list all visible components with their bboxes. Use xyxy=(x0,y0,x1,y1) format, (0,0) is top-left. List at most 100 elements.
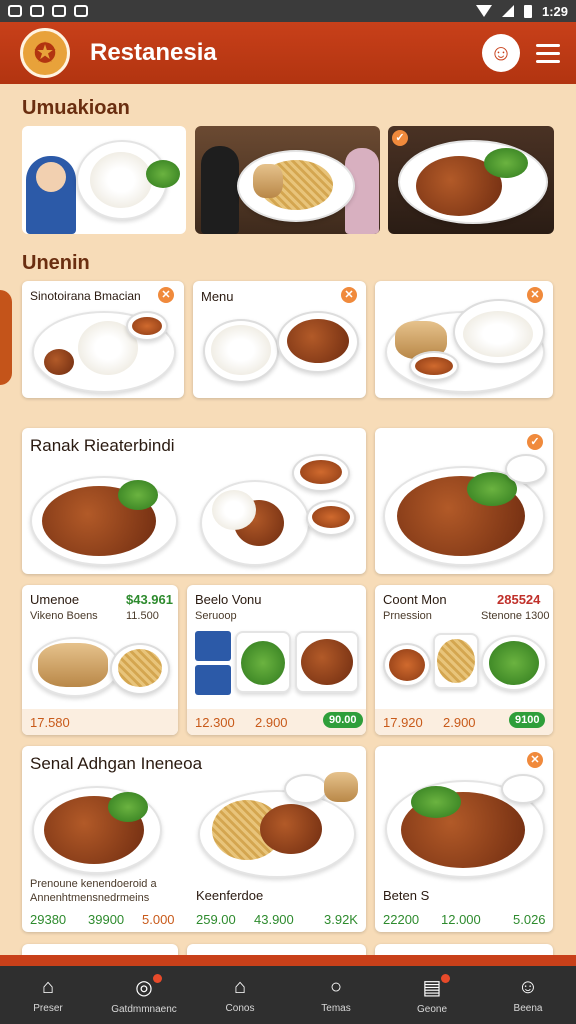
menu-card-8[interactable]: Coont Mon 285524 Prnession Stenone 1300 … xyxy=(375,585,553,735)
featured-card-2[interactable] xyxy=(195,126,380,234)
subtitle-value: Stenone 1300 xyxy=(481,610,550,622)
herb-food xyxy=(118,480,158,510)
price-4: 259.00 xyxy=(196,912,236,927)
price-1: 22200 xyxy=(383,912,420,927)
noodle-food xyxy=(118,649,162,687)
favorite-badge-icon[interactable]: ✓ xyxy=(527,434,543,450)
meat-food xyxy=(44,349,74,375)
battery-icon xyxy=(523,4,532,18)
nav-label: Gatdmmnaenc xyxy=(111,1004,177,1015)
rice-food xyxy=(211,325,271,375)
home-icon: ⌂ xyxy=(41,976,55,998)
receipt-icon: ▤ xyxy=(422,977,442,999)
app-title: Restanesia xyxy=(90,39,217,66)
price-2: 2.900 xyxy=(443,715,476,730)
description-line-1: Prenoune kenendoeroid a xyxy=(30,878,157,890)
menu-card-4[interactable]: Ranak Rieaterbindi xyxy=(22,428,366,574)
price: 285524 xyxy=(497,592,541,607)
notification-icon xyxy=(8,5,22,17)
thumbnail xyxy=(195,631,231,661)
sauce-bowl xyxy=(284,774,328,804)
bottom-nav: ⌂ Preser ◎ Gatdmmnaenc ⌂ Conos ○ Temas ▤… xyxy=(0,966,576,1024)
thumbnail xyxy=(195,665,231,695)
globe-icon: ◎ xyxy=(135,977,153,999)
bread-food xyxy=(38,643,108,687)
notification-dot xyxy=(153,974,162,983)
potato-food xyxy=(301,639,353,685)
soup-food xyxy=(389,649,425,681)
hamburger-icon[interactable] xyxy=(536,43,560,63)
sauce-food xyxy=(300,460,342,484)
price-3: 5.026 xyxy=(513,912,546,927)
menu-card-5[interactable]: ✓ xyxy=(375,428,553,574)
bread-food xyxy=(324,772,358,802)
subtitle: Vikeno Boens xyxy=(30,610,98,622)
menu-card-7[interactable]: Beelo Vonu Seruoop 12.300 2.900 90.00 xyxy=(187,585,366,735)
price-5: 43.900 xyxy=(254,912,294,927)
sauce-bowl xyxy=(505,454,547,484)
nav-label: Conos xyxy=(225,1003,255,1014)
sauce-bowl xyxy=(501,774,545,804)
logo-emblem-icon[interactable]: ✪ xyxy=(20,28,70,78)
chef-icon[interactable]: ☺ xyxy=(482,34,520,72)
nav-item-search[interactable]: ○ Temas xyxy=(288,966,384,1024)
nav-item-profile[interactable]: ☺ Beena xyxy=(480,966,576,1024)
close-icon[interactable]: ✕ xyxy=(527,752,543,768)
menu-card-1[interactable]: Sinotoirana Bmacian ✕ xyxy=(22,281,184,398)
gallery-icon xyxy=(74,5,88,17)
favorite-badge-icon[interactable]: ✓ xyxy=(392,130,408,146)
herb-food xyxy=(108,792,148,822)
bottom-price: 17.580 xyxy=(30,715,70,730)
status-bar: 1:29 xyxy=(0,0,576,22)
rice-food xyxy=(90,152,152,208)
sauce-food xyxy=(312,506,350,528)
menu-card-label: Coont Mon xyxy=(383,592,447,607)
menu-card-6[interactable]: Umenoe $43.961 Vikeno Boens 11.500 17.58… xyxy=(22,585,178,735)
menu-card-label: Umenoe xyxy=(30,592,80,607)
nav-accent-line xyxy=(0,955,576,966)
menu-card-label: Menu xyxy=(201,289,234,304)
menu-card-9[interactable]: Senal Adhgan Ineneoa Prenoune kenendoero… xyxy=(22,746,366,932)
featured-card-3[interactable]: ✓ xyxy=(388,126,554,234)
nav-item-home[interactable]: ⌂ Preser xyxy=(0,966,96,1024)
menu-card-label: Beten S xyxy=(383,888,430,903)
nav-item-orders[interactable]: ▤ Geone xyxy=(384,966,480,1024)
section-title-menu: Unenin xyxy=(22,252,90,274)
section-title-featured: Umuakioan xyxy=(22,97,130,119)
menu-card-2[interactable]: Menu ✕ xyxy=(193,281,366,398)
close-icon[interactable]: ✕ xyxy=(527,287,543,303)
price-6: 3.92K xyxy=(324,912,358,927)
curry-food xyxy=(287,319,349,363)
price-1: 12.300 xyxy=(195,715,235,730)
menu-card-label: Sinotoirana Bmacian xyxy=(30,289,141,303)
herb-food xyxy=(411,786,461,818)
subtitle: Prnession xyxy=(383,610,432,622)
nav-item-main[interactable]: ⌂ Conos xyxy=(192,966,288,1024)
lettuce-food xyxy=(146,160,180,188)
wifi-icon xyxy=(475,5,492,17)
price-3: 5.000 xyxy=(142,912,175,927)
description-line-2: Annenhtmensnedrmeins xyxy=(30,892,150,904)
price-pill[interactable]: 9100 xyxy=(509,712,546,728)
menu-card-3[interactable]: ✕ xyxy=(375,281,553,398)
chicken-food xyxy=(260,804,322,854)
price: $43.961 xyxy=(126,592,173,607)
nav-item-explore[interactable]: ◎ Gatdmmnaenc xyxy=(96,966,192,1024)
salad-food xyxy=(489,641,539,685)
person-figure-left xyxy=(201,146,239,234)
image-icon xyxy=(52,5,66,17)
nav-label: Geone xyxy=(416,1004,448,1015)
close-icon[interactable]: ✕ xyxy=(158,287,174,303)
menu-card-10[interactable]: ✕ Beten S 22200 12.000 5.026 xyxy=(375,746,553,932)
noodle-food xyxy=(437,639,475,683)
nav-label: Beena xyxy=(513,1003,543,1014)
sauce-food xyxy=(132,317,162,335)
side-decoration xyxy=(0,290,12,385)
menu-card-label: Senal Adhgan Ineneoa xyxy=(30,754,203,773)
app-bar: ✪ Restanesia ☺ xyxy=(0,22,576,84)
rice-food xyxy=(463,311,533,357)
featured-card-1[interactable] xyxy=(22,126,186,234)
close-icon[interactable]: ✕ xyxy=(341,287,357,303)
price-2: 2.900 xyxy=(255,715,288,730)
price-pill[interactable]: 90.00 xyxy=(323,712,363,728)
